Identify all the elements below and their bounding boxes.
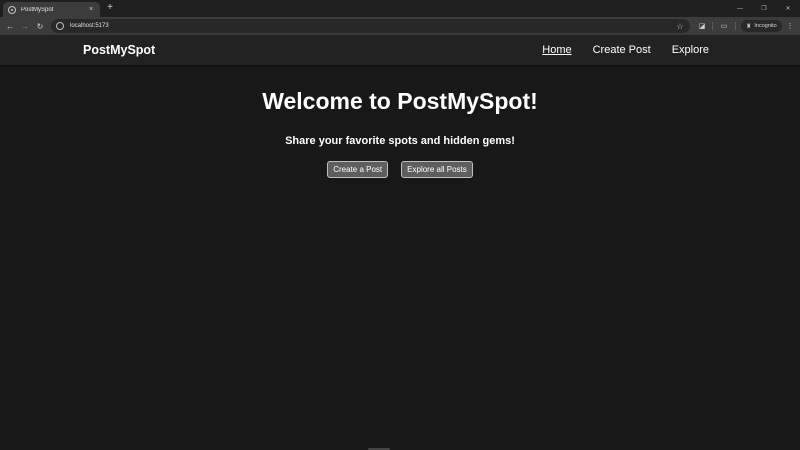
new-tab-button[interactable]: + xyxy=(105,3,115,13)
nav-link-explore[interactable]: Explore xyxy=(672,44,709,56)
page-title: Welcome to PostMySpot! xyxy=(262,88,538,114)
address-bar[interactable]: localhost:5173 ☆ xyxy=(51,19,690,33)
create-post-button[interactable]: Create a Post xyxy=(327,161,389,178)
reload-button[interactable]: ↻ xyxy=(34,20,46,32)
forward-button[interactable]: → xyxy=(19,20,31,32)
site-brand[interactable]: PostMySpot xyxy=(83,43,155,57)
back-button[interactable]: ← xyxy=(4,20,16,32)
nav-link-home[interactable]: Home xyxy=(542,44,571,56)
incognito-indicator[interactable]: ♜ Incognito xyxy=(741,20,782,32)
nav-links: Home Create Post Explore xyxy=(542,44,709,56)
hero-section: Welcome to PostMySpot! Share your favori… xyxy=(0,88,800,178)
close-window-button[interactable]: ✕ xyxy=(776,0,800,17)
browser-toolbar: ← → ↻ localhost:5173 ☆ ◪ ▭ ♜ Incognito ⋮ xyxy=(0,17,800,35)
url-text[interactable]: localhost:5173 xyxy=(70,23,675,29)
toolbar-divider xyxy=(712,22,713,30)
site-navbar: PostMySpot Home Create Post Explore xyxy=(0,35,800,65)
side-panel-icon[interactable]: ▭ xyxy=(719,21,729,31)
nav-link-create-post[interactable]: Create Post xyxy=(593,44,651,56)
bookmark-star-icon[interactable]: ☆ xyxy=(675,22,685,31)
incognito-icon: ♜ xyxy=(746,23,752,30)
tab-title: PostMySpot xyxy=(21,6,54,13)
incognito-label: Incognito xyxy=(754,23,777,29)
browser-tab[interactable]: PostMySpot × xyxy=(3,2,100,17)
extensions-icon[interactable]: ◪ xyxy=(697,21,707,31)
explore-posts-button[interactable]: Explore all Posts xyxy=(401,161,473,178)
close-icon[interactable]: × xyxy=(87,6,95,13)
minimize-button[interactable]: — xyxy=(728,0,752,17)
hero-actions: Create a Post Explore all Posts xyxy=(0,161,800,178)
window-controls: — ❐ ✕ xyxy=(728,0,800,17)
browser-tabstrip: PostMySpot × + — ❐ ✕ xyxy=(0,0,800,17)
page-subtitle: Share your favorite spots and hidden gem… xyxy=(285,135,515,147)
globe-icon xyxy=(8,5,16,14)
menu-icon[interactable]: ⋮ xyxy=(785,21,795,31)
toolbar-divider xyxy=(735,22,736,30)
restore-button[interactable]: ❐ xyxy=(752,0,776,17)
site-info-icon[interactable] xyxy=(56,22,64,30)
